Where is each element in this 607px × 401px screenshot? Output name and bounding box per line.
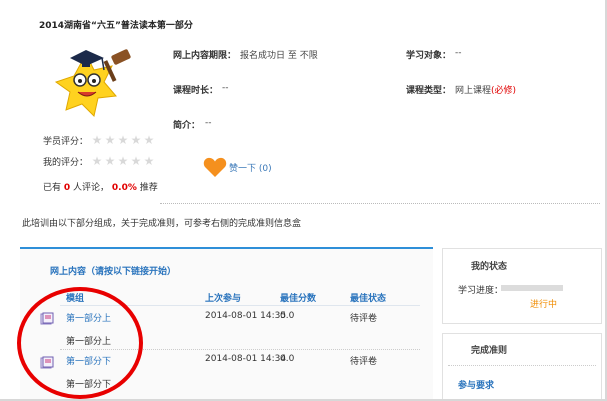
progress-label: 学习进度： <box>458 286 504 296</box>
column-last-attempt: 上次参与 <box>205 294 242 304</box>
course-type-label: 课程类型： <box>406 86 452 96</box>
module-book-icon <box>40 356 54 369</box>
target-label: 学习对象： <box>406 51 452 61</box>
column-best-status: 最佳状态 <box>350 294 387 304</box>
star-icon: ★ <box>117 133 129 147</box>
comment-prefix: 已有 <box>43 183 62 193</box>
like-label[interactable]: 赞一下 (0) <box>229 161 272 174</box>
my-rating-row: 我的评分： ★ ★ ★ ★ ★ <box>43 154 155 168</box>
best-status: 待评卷 <box>350 314 378 324</box>
online-content-panel: 网上内容（请按以下链接开始） 模组 上次参与 最佳分数 最佳状态 第一部分上 2… <box>20 247 433 399</box>
best-status: 待评卷 <box>350 357 378 367</box>
sub-item[interactable]: 第一部分上 <box>66 334 111 347</box>
heart-icon <box>203 157 227 177</box>
star-icon: ★ <box>143 133 155 147</box>
module-book-icon <box>40 312 54 325</box>
student-rating-label: 学员评分： <box>43 136 89 147</box>
comment-summary: 已有 0 人评论， 0.0% 推荐 <box>43 180 158 193</box>
star-icon: ★ <box>91 133 103 147</box>
like-button[interactable]: 赞一下 (0) <box>203 156 272 178</box>
section-divider <box>160 203 600 204</box>
intro-value: -- <box>205 118 212 128</box>
comment-count: 0 <box>63 183 71 193</box>
student-rating-row: 学员评分： ★ ★ ★ ★ ★ <box>43 133 155 147</box>
online-content-heading: 网上内容（请按以下链接开始） <box>50 267 177 277</box>
online-period-label: 网上内容期限： <box>173 51 237 61</box>
duration-label: 课程时长： <box>173 86 219 96</box>
intro-label: 简介： <box>173 121 201 131</box>
module-link[interactable]: 第一部分下 <box>66 354 111 367</box>
my-rating-stars: ★ ★ ★ ★ ★ <box>91 155 155 167</box>
duration-value: -- <box>222 83 229 93</box>
header-separator <box>60 305 420 306</box>
my-status-title: 我的状态 <box>471 262 508 272</box>
star-icon[interactable]: ★ <box>104 155 116 167</box>
target-value: -- <box>455 48 462 58</box>
star-icon: ★ <box>130 133 142 147</box>
course-mascot-image <box>54 49 131 117</box>
recommend-percent: 0.0% <box>111 183 137 193</box>
online-period-value: 报名成功日 至 不限 <box>240 51 318 61</box>
course-type-value: 网上课程(必修) <box>455 83 516 96</box>
star-icon[interactable]: ★ <box>130 155 142 167</box>
last-attempt: 2014-08-01 14:35 <box>205 311 287 321</box>
star-icon: ★ <box>104 133 116 147</box>
requirement-link[interactable]: 参与要求 <box>458 378 494 391</box>
criteria-title: 完成准则 <box>471 346 508 356</box>
course-type-text: 网上课程 <box>455 86 492 96</box>
column-best-score: 最佳分数 <box>280 294 317 304</box>
best-score: 0.0 <box>280 354 295 364</box>
row-separator <box>60 349 420 350</box>
course-detail-page: 2014湖南省“六五”普法读本第一部分 学员评分： ★ ★ ★ ★ ★ 我的评分… <box>0 0 607 401</box>
composition-note: 此培训由以下部分组成，关于完成准则，可参考右侧的完成准则信息盒 <box>22 219 302 229</box>
last-attempt: 2014-08-01 14:34 <box>205 354 287 364</box>
star-icon[interactable]: ★ <box>117 155 129 167</box>
comment-mid: 人评论， <box>73 183 110 193</box>
progress-status: 进行中 <box>530 300 558 310</box>
module-link[interactable]: 第一部分上 <box>66 311 111 324</box>
course-title: 2014湖南省“六五”普法读本第一部分 <box>39 21 193 31</box>
required-tag: (必修) <box>491 86 517 96</box>
criteria-divider <box>448 365 596 366</box>
student-rating-stars: ★ ★ ★ ★ ★ <box>91 134 155 146</box>
recommend-suffix: 推荐 <box>139 183 158 193</box>
star-icon[interactable]: ★ <box>91 155 103 167</box>
best-score: 0.0 <box>280 311 295 321</box>
sub-item[interactable]: 第一部分下 <box>66 377 111 390</box>
star-icon[interactable]: ★ <box>143 155 155 167</box>
column-module: 模组 <box>66 294 85 304</box>
my-rating-label: 我的评分： <box>43 157 89 168</box>
progress-bar <box>501 285 563 291</box>
